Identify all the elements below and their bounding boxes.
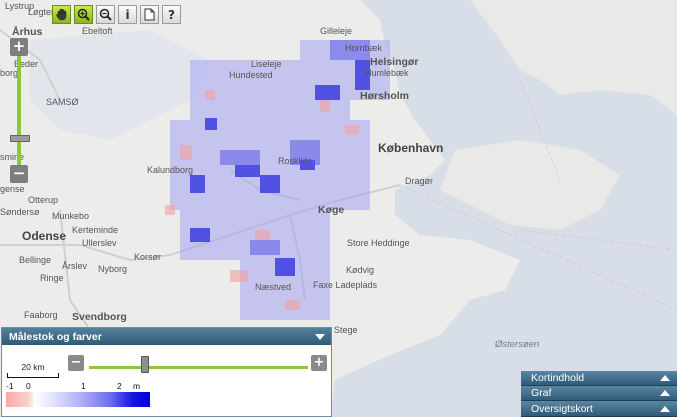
map-label: Ringe xyxy=(40,273,64,283)
color-scale-thumb[interactable] xyxy=(141,356,149,373)
map-label: Køge xyxy=(318,204,345,216)
map-label: Faaborg xyxy=(24,310,58,320)
expand-icon xyxy=(660,390,670,396)
map-label: gense xyxy=(0,184,25,194)
pan-button[interactable] xyxy=(52,5,71,24)
map-label: Østersøen xyxy=(495,339,540,350)
ramp-tick: 0 xyxy=(26,381,31,391)
legend-panel: Målestok og farver 20 km − + -1 0 1 2 m xyxy=(1,327,332,417)
scale-bar-line xyxy=(7,373,59,378)
zoom-in-button[interactable] xyxy=(74,5,93,24)
map-label: Bellinge xyxy=(19,255,52,265)
map-label: Stege xyxy=(334,325,358,335)
color-ramp xyxy=(6,392,150,407)
page-icon xyxy=(144,8,155,21)
page-button[interactable] xyxy=(140,5,159,24)
zoom-out-button[interactable] xyxy=(96,5,115,24)
help-icon: ? xyxy=(168,7,175,22)
color-scale-plus-button[interactable]: + xyxy=(311,355,327,371)
map-label: Store Heddinge xyxy=(347,238,410,248)
ramp-tick: -1 xyxy=(6,381,14,391)
help-button[interactable]: ? xyxy=(162,5,181,24)
ramp-tick: 1 xyxy=(81,381,86,391)
info-button[interactable]: i xyxy=(118,5,137,24)
map-label: Næstved xyxy=(255,282,292,292)
map-label: Ebeltoft xyxy=(82,26,113,36)
zoom-minus-button[interactable]: − xyxy=(10,165,28,183)
zoom-track[interactable] xyxy=(17,56,21,166)
map-label: Faxe Ladeplads xyxy=(313,280,378,290)
ramp-labels: -1 0 1 2 m xyxy=(6,381,156,391)
legend-title: Målestok og farver xyxy=(9,330,102,343)
map-label: borg xyxy=(0,68,19,78)
panel-kortindhold[interactable]: Kortindhold xyxy=(521,371,677,386)
map-label: Roskilde xyxy=(278,156,313,166)
collapse-icon xyxy=(315,333,325,340)
map-label: Svendborg xyxy=(72,311,127,323)
map-label: Hornbæk xyxy=(345,43,383,53)
panel-label: Graf xyxy=(531,387,552,399)
map-label: Odense xyxy=(22,229,67,243)
ramp-tick: m xyxy=(133,381,141,391)
map-label: Munkebo xyxy=(52,211,90,221)
scale-bar: 20 km xyxy=(7,362,59,378)
color-scale-minus-button[interactable]: − xyxy=(68,355,84,371)
map-label: Årslev xyxy=(62,261,88,271)
zoom-in-icon xyxy=(77,8,90,21)
map-label: Liseleje xyxy=(251,59,282,69)
map-label: Kødvig xyxy=(346,265,375,275)
map-label: Kerteminde xyxy=(72,225,119,235)
panel-graf[interactable]: Graf xyxy=(521,386,677,401)
hand-pan-icon xyxy=(56,8,67,21)
map-label: Hørsholm xyxy=(360,90,410,102)
map-label: Hundested xyxy=(229,70,273,80)
zoom-plus-button[interactable]: + xyxy=(10,38,28,56)
legend-header[interactable]: Målestok og farver xyxy=(2,328,331,345)
map-label: Gilleleje xyxy=(320,26,353,36)
map-label: Otterup xyxy=(28,195,59,205)
map-label: København xyxy=(378,141,444,155)
expand-icon xyxy=(660,375,670,381)
map-label: Søndersø xyxy=(0,207,40,217)
info-icon: i xyxy=(125,7,130,22)
zoom-thumb[interactable] xyxy=(10,135,30,142)
map-label: Dragør xyxy=(405,176,434,186)
map-toolbar: i ? xyxy=(52,5,181,24)
map-label: Humlebæk xyxy=(365,68,409,78)
map-label: SAMSØ xyxy=(46,97,79,107)
panel-label: Oversigtskort xyxy=(531,402,593,415)
zoom-out-icon xyxy=(99,8,112,21)
scale-label: 20 km xyxy=(21,362,45,372)
map-label: Korsør xyxy=(134,252,161,262)
map-label: Kalundborg xyxy=(147,165,194,175)
panel-oversigtskort[interactable]: Oversigtskort xyxy=(521,401,677,417)
map-label: Ullerslev xyxy=(82,238,117,248)
map-label: Helsingør xyxy=(370,56,419,68)
ramp-tick: 2 xyxy=(117,381,122,391)
expand-icon xyxy=(660,405,670,412)
map-label: Nyborg xyxy=(98,264,128,274)
panel-label: Kortindhold xyxy=(531,372,585,384)
color-scale-track[interactable] xyxy=(89,366,308,369)
